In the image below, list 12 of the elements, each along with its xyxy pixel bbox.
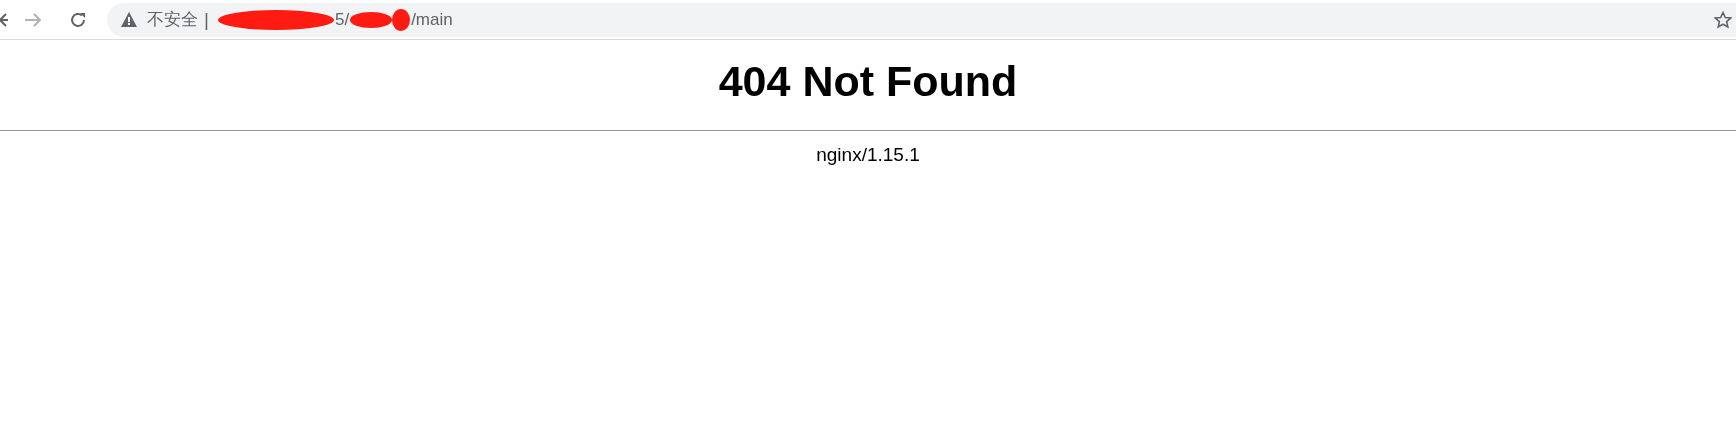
redaction-mark (349, 7, 412, 32)
bookmark-star-icon[interactable] (1714, 10, 1732, 29)
url-text: /main (411, 9, 453, 30)
server-version: nginx/1.15.1 (815, 144, 921, 166)
address-bar[interactable]: 不安全 | 5/ /main (107, 2, 1736, 37)
separator: | (204, 8, 209, 31)
reload-icon[interactable] (69, 10, 87, 29)
security-label: 不安全 (147, 9, 198, 31)
warning-icon (121, 12, 137, 27)
error-heading: 404 Not Found (717, 56, 1019, 106)
back-icon[interactable] (0, 11, 8, 28)
url-text: 5/ (334, 9, 350, 30)
